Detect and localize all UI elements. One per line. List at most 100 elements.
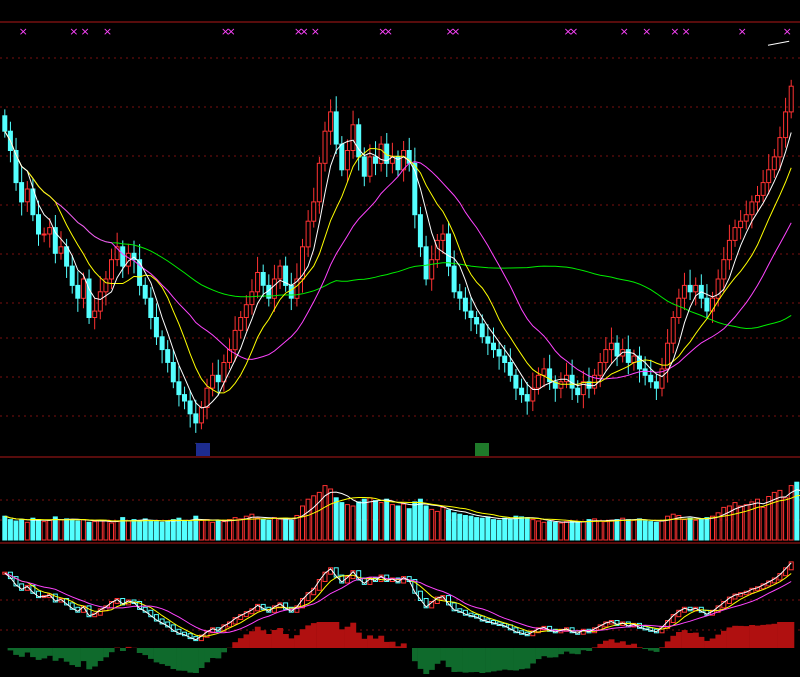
candle[interactable]	[558, 381, 564, 389]
volume-bar[interactable]	[620, 517, 626, 541]
candle[interactable]	[350, 124, 356, 152]
candle[interactable]	[249, 291, 255, 306]
volume-bar[interactable]	[603, 521, 609, 541]
volume-bar[interactable]	[367, 497, 373, 541]
candle[interactable]	[170, 362, 176, 383]
volume-bar[interactable]	[75, 520, 81, 541]
candle[interactable]	[75, 284, 81, 299]
volume-bar[interactable]	[451, 512, 457, 541]
candle[interactable]	[726, 239, 732, 261]
volume-bar[interactable]	[519, 516, 525, 541]
candle[interactable]	[215, 374, 221, 383]
volume-bar[interactable]	[170, 519, 176, 541]
volume-bar[interactable]	[47, 519, 53, 541]
candle[interactable]	[41, 233, 47, 236]
candle[interactable]	[513, 374, 519, 389]
candle[interactable]	[401, 150, 407, 171]
candle[interactable]	[47, 227, 53, 235]
volume-bar[interactable]	[547, 521, 553, 541]
candle[interactable]	[243, 304, 249, 319]
volume-bar[interactable]	[406, 508, 412, 541]
candle[interactable]	[36, 214, 41, 235]
volume-bar[interactable]	[30, 517, 36, 541]
volume-bar[interactable]	[434, 510, 440, 541]
volume-bar[interactable]	[502, 517, 508, 541]
candle[interactable]	[575, 387, 581, 396]
volume-bar[interactable]	[552, 521, 558, 541]
volume-bar[interactable]	[608, 519, 614, 541]
volume-bar[interactable]	[288, 519, 294, 541]
candle[interactable]	[524, 394, 530, 402]
volume-bar[interactable]	[457, 513, 463, 541]
candle[interactable]	[496, 349, 502, 357]
candle[interactable]	[474, 317, 480, 325]
volume-bar[interactable]	[316, 491, 322, 541]
candle[interactable]	[159, 336, 165, 351]
candle[interactable]	[182, 394, 187, 402]
candle[interactable]	[479, 323, 485, 338]
candle[interactable]	[732, 227, 738, 241]
volume-bar[interactable]	[687, 517, 693, 541]
volume-bar[interactable]	[698, 518, 704, 541]
candle[interactable]	[468, 310, 474, 319]
volume-bar[interactable]	[417, 498, 423, 541]
volume-bar[interactable]	[204, 519, 210, 541]
volume-bar[interactable]	[637, 518, 642, 541]
candle[interactable]	[462, 297, 468, 312]
candle[interactable]	[92, 310, 98, 319]
candle[interactable]	[670, 317, 676, 344]
candle[interactable]	[608, 342, 614, 351]
candle[interactable]	[485, 336, 491, 344]
candle[interactable]	[755, 195, 760, 203]
volume-bar[interactable]	[564, 521, 569, 541]
candle[interactable]	[446, 233, 451, 267]
candle[interactable]	[373, 156, 378, 164]
volume-bar[interactable]	[109, 522, 114, 541]
candle[interactable]	[642, 368, 648, 376]
candle[interactable]	[440, 233, 446, 241]
volume-bar[interactable]	[389, 504, 395, 541]
candle[interactable]	[687, 284, 693, 293]
volume-bar[interactable]	[738, 505, 744, 541]
volume-bar[interactable]	[378, 502, 384, 541]
volume-bar[interactable]	[558, 522, 564, 541]
volume-bar[interactable]	[631, 519, 637, 541]
volume-bar[interactable]	[524, 517, 530, 541]
volume-bar[interactable]	[311, 495, 317, 541]
kline-chart[interactable]: × × × × ×× ×× × ×× ×× ×× × × × × × ×	[0, 0, 800, 677]
candle[interactable]	[541, 368, 547, 376]
candle[interactable]	[198, 407, 204, 424]
volume-bar[interactable]	[496, 519, 502, 541]
volume-bar[interactable]	[80, 519, 86, 541]
candle[interactable]	[788, 85, 794, 113]
volume-bar[interactable]	[412, 501, 418, 541]
candle[interactable]	[137, 259, 143, 286]
volume-bar[interactable]	[36, 519, 41, 541]
volume-bar[interactable]	[305, 498, 311, 541]
volume-bar[interactable]	[401, 503, 407, 541]
volume-bar[interactable]	[446, 509, 451, 541]
volume-bar[interactable]	[356, 501, 362, 541]
candle[interactable]	[367, 156, 373, 177]
volume-bar[interactable]	[300, 505, 305, 541]
candle[interactable]	[277, 265, 283, 280]
candle[interactable]	[148, 297, 154, 319]
volume-bar[interactable]	[148, 519, 154, 541]
volume-bar[interactable]	[24, 521, 30, 541]
candle[interactable]	[530, 387, 536, 402]
volume-bar[interactable]	[215, 520, 221, 541]
candle[interactable]	[653, 381, 659, 389]
volume-bar[interactable]	[165, 520, 171, 541]
candle[interactable]	[260, 272, 266, 286]
volume-bar[interactable]	[64, 518, 70, 541]
candle[interactable]	[457, 291, 463, 299]
candle[interactable]	[120, 246, 126, 267]
volume-bar[interactable]	[153, 521, 159, 541]
volume-bar[interactable]	[159, 521, 165, 541]
volume-bar[interactable]	[462, 515, 468, 541]
candle[interactable]	[288, 284, 294, 299]
volume-bar[interactable]	[137, 521, 143, 541]
candle[interactable]	[771, 156, 777, 171]
candle[interactable]	[153, 317, 159, 338]
volume-bar[interactable]	[333, 497, 339, 541]
